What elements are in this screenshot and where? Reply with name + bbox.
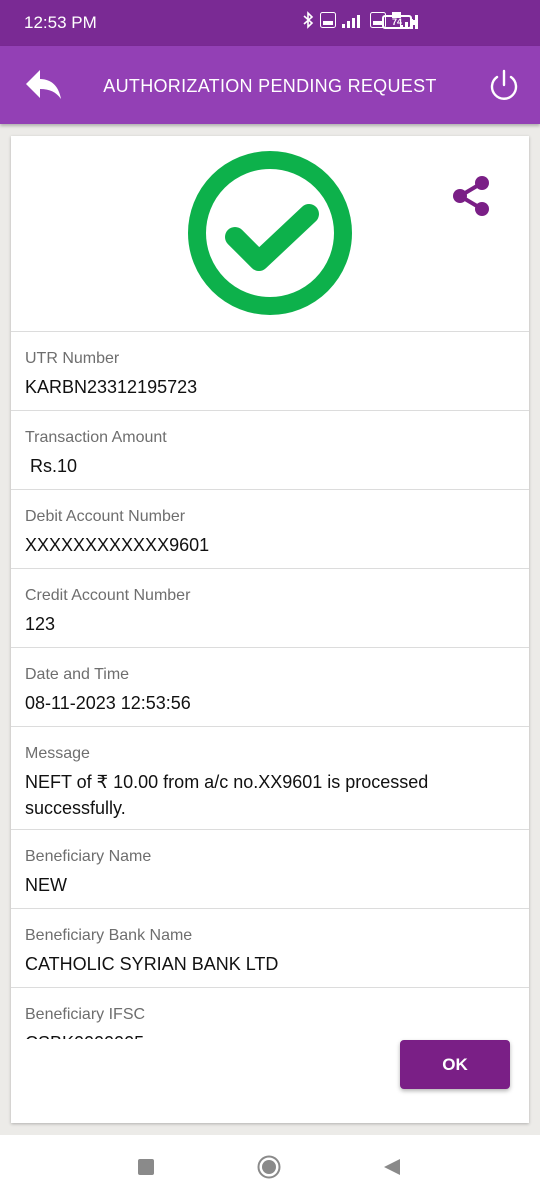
detail-value: NEFT of ₹ 10.00 from a/c no.XX9601 is pr… [25,772,429,818]
logout-button[interactable] [488,68,520,102]
bluetooth-icon [303,11,314,29]
signal-icon [342,15,360,28]
status-time: 12:53 PM [24,13,97,32]
detail-row-beneficiary-bank: Beneficiary Bank Name CATHOLIC SYRIAN BA… [11,908,529,987]
detail-value: Rs.10 [25,456,78,476]
power-icon [490,69,518,100]
success-check-icon [188,151,352,315]
page-title: AUTHORIZATION PENDING REQUEST [103,76,437,96]
volte-icon [320,12,336,28]
detail-label: Message [25,745,90,762]
detail-label: Beneficiary IFSC [25,1006,146,1023]
detail-row-credit-account: Credit Account Number 123 [11,568,529,647]
detail-label: Credit Account Number [25,587,191,604]
status-bar: 12:53 PM 74 [0,0,540,46]
detail-row-amount: Transaction Amount Rs.10 [11,410,529,489]
detail-label: Debit Account Number [25,508,186,525]
recents-button[interactable] [138,1159,154,1175]
detail-value: XXXXXXXXXXXX9601 [25,535,210,555]
detail-label: Date and Time [25,666,130,683]
detail-row-beneficiary-name: Beneficiary Name NEW [11,829,529,908]
share-icon [453,176,489,216]
detail-label: Transaction Amount [25,429,167,446]
detail-value: CSBK0000005 [25,1030,515,1039]
detail-row-message: Message NEFT of ₹ 10.00 from a/c no.XX96… [11,726,529,829]
detail-value: 08-11-2023 12:53:56 [25,693,191,713]
battery-icon: 74 [382,15,415,29]
transaction-details[interactable]: UTR Number KARBN23312195723 Transaction … [11,331,529,1039]
nav-back-button[interactable] [383,1158,401,1176]
system-nav-bar [0,1135,540,1200]
detail-row-utr: UTR Number KARBN23312195723 [11,331,529,410]
detail-value: CATHOLIC SYRIAN BANK LTD [25,954,279,974]
transaction-card: UTR Number KARBN23312195723 Transaction … [11,136,529,1123]
detail-row-date-time: Date and Time 08-11-2023 12:53:56 [11,647,529,726]
detail-label: Beneficiary Name [25,848,152,865]
detail-row-debit-account: Debit Account Number XXXXXXXXXXXX9601 [11,489,529,568]
detail-value: KARBN23312195723 [25,377,198,397]
detail-row-beneficiary-ifsc: Beneficiary IFSC CSBK0000005 [11,987,529,1039]
detail-value: NEW [25,875,67,895]
share-button[interactable] [449,174,493,218]
detail-label: Beneficiary Bank Name [25,927,193,944]
app-bar: AUTHORIZATION PENDING REQUEST [0,46,540,124]
home-button[interactable] [257,1155,281,1179]
detail-value: 123 [25,614,56,634]
detail-label: UTR Number [25,350,120,367]
ok-button[interactable]: OK [400,1040,510,1089]
